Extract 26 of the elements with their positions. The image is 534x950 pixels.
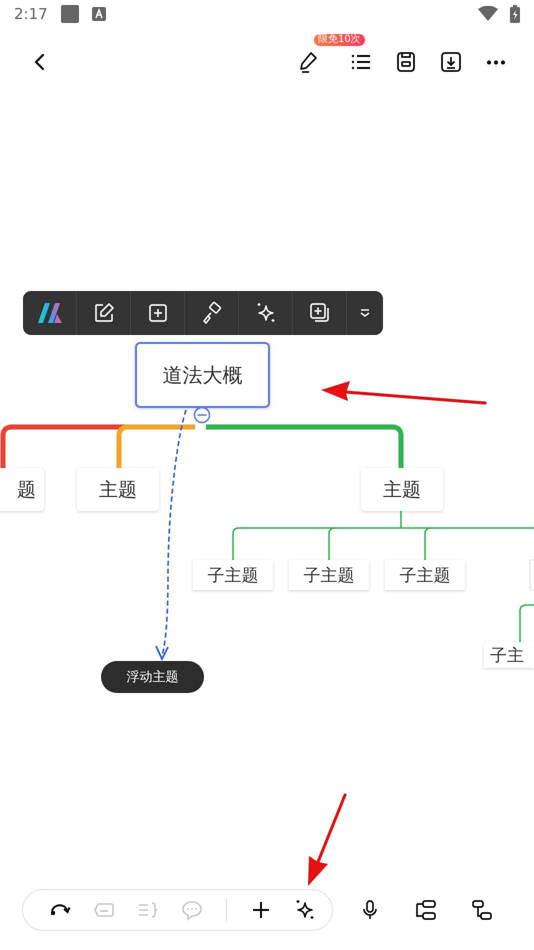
download-icon: [439, 50, 463, 74]
logo-icon: [36, 302, 62, 324]
topic-node[interactable]: 主题: [361, 468, 443, 511]
speech-bubble-icon: [180, 898, 204, 922]
structure-icon: [470, 898, 494, 922]
subtopic-node[interactable]: 子主题: [193, 560, 273, 590]
subtopic-node[interactable]: 子主题: [289, 560, 369, 590]
free-trial-badge: 限免10次: [314, 34, 365, 46]
layout-icon: [414, 898, 438, 922]
wifi-icon: [478, 6, 498, 22]
battery-icon: [510, 5, 520, 23]
connector-line: [519, 604, 534, 642]
duplicate-icon: [308, 301, 332, 325]
subtopic-node[interactable]: 子主: [484, 642, 534, 668]
save-icon: [394, 50, 418, 74]
more-icon: [486, 60, 506, 64]
partial-subtopic-node: [530, 560, 534, 590]
central-topic[interactable]: 道法大概: [135, 342, 270, 408]
app-square-icon: [60, 4, 80, 24]
topic-node[interactable]: 题: [0, 468, 44, 511]
status-time: 2:17: [14, 5, 48, 23]
collapse-toggle[interactable]: [194, 406, 210, 424]
floating-topic[interactable]: 浮动主题: [101, 661, 204, 693]
topic-node[interactable]: 主题: [77, 468, 159, 511]
keyboard-a-icon: [92, 7, 106, 21]
subtopic-node[interactable]: 子主题: [385, 560, 465, 590]
